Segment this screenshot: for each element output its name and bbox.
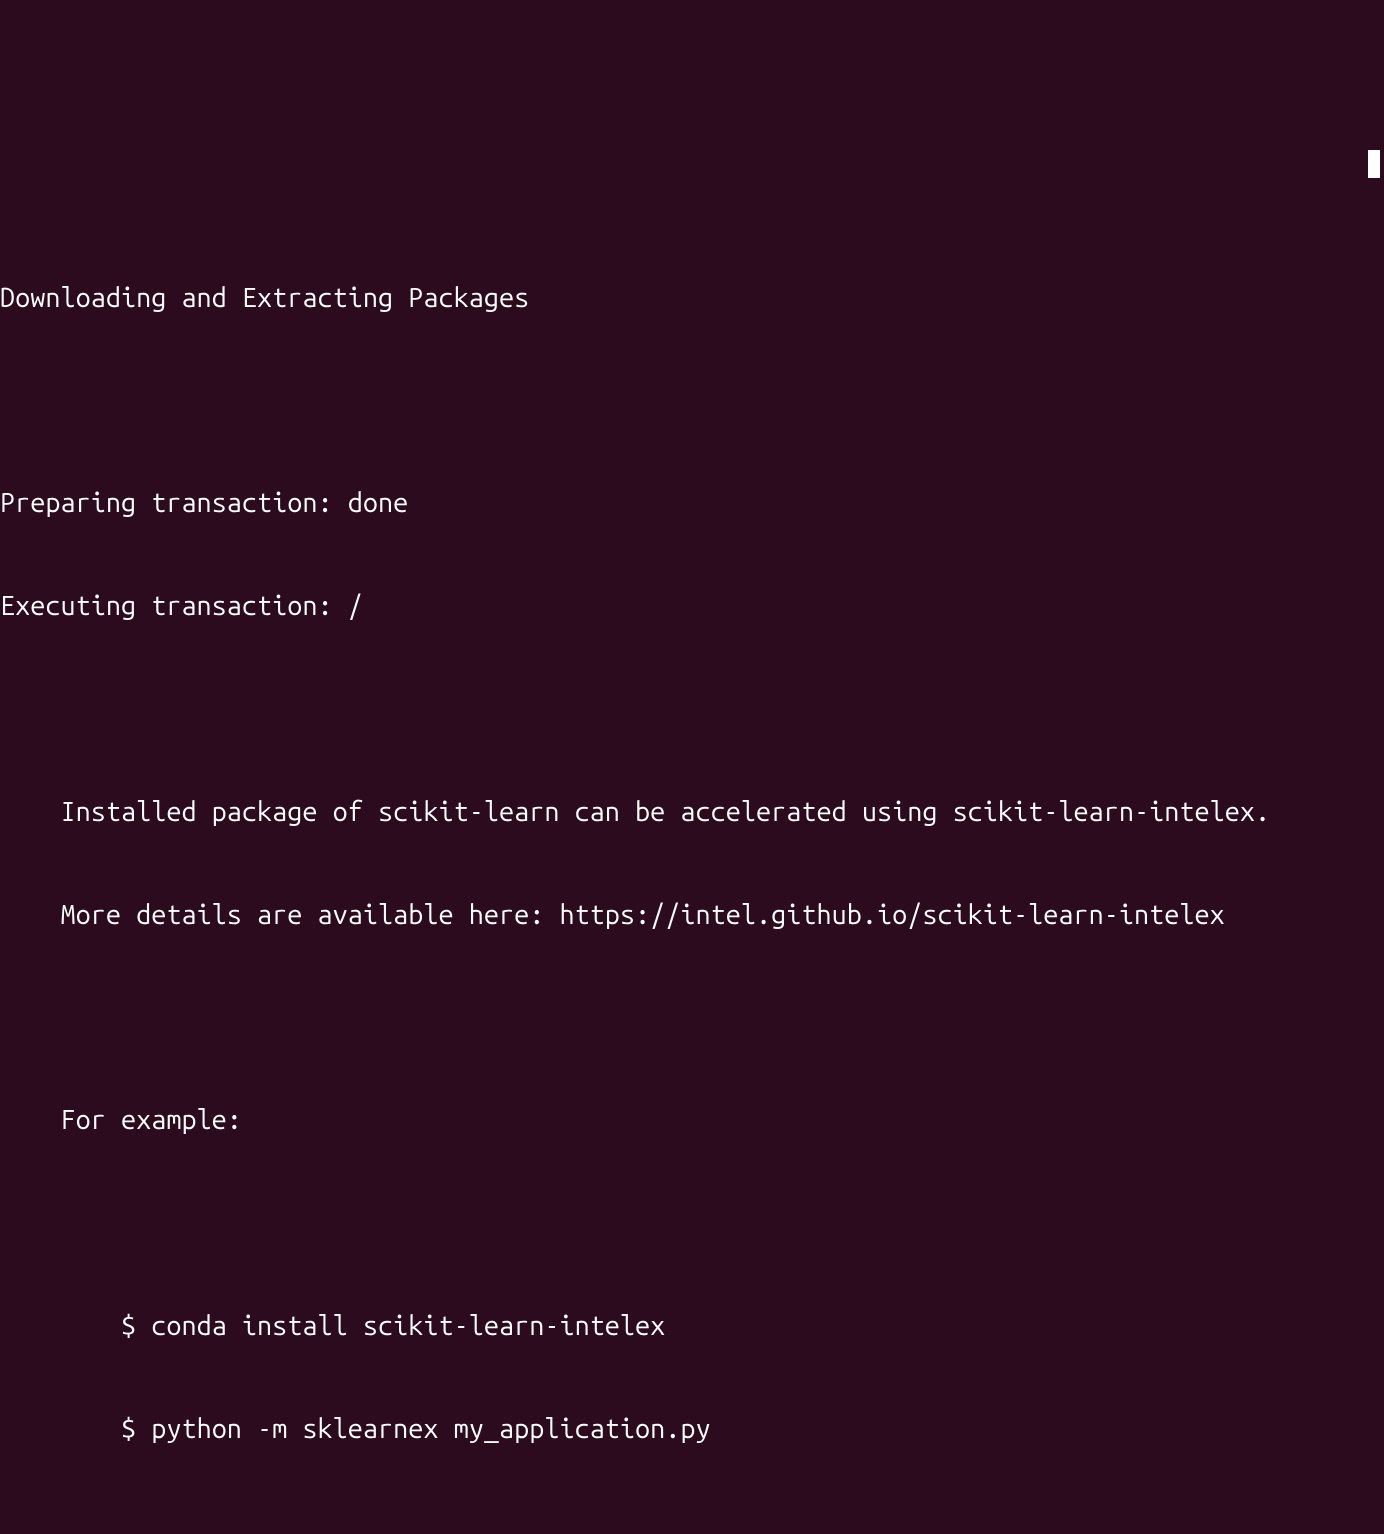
- terminal-output[interactable]: Downloading and Extracting Packages Prep…: [0, 212, 1384, 1534]
- output-line: [0, 1206, 1384, 1240]
- terminal-cursor: [1368, 150, 1380, 178]
- output-line: Executing transaction: /: [0, 589, 1384, 623]
- output-line: $ python -m sklearnex my_application.py: [0, 1412, 1384, 1446]
- output-line: Installed package of scikit-learn can be…: [0, 795, 1384, 829]
- output-line: [0, 1001, 1384, 1035]
- output-line: [0, 1515, 1384, 1534]
- output-line: Downloading and Extracting Packages: [0, 281, 1384, 315]
- output-line: $ conda install scikit-learn-intelex: [0, 1309, 1384, 1343]
- output-line: [0, 692, 1384, 726]
- output-line: For example:: [0, 1103, 1384, 1137]
- output-line: More details are available here: https:/…: [0, 898, 1384, 932]
- output-line: [0, 384, 1384, 418]
- output-line: Preparing transaction: done: [0, 486, 1384, 520]
